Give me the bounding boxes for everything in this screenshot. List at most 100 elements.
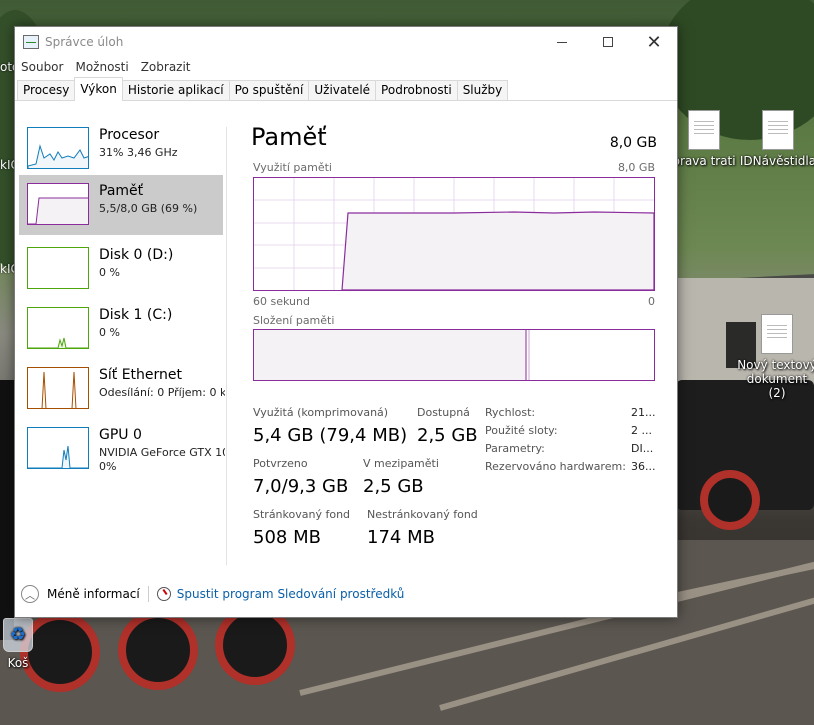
resource-utilization: 0% (99, 460, 117, 473)
maximize-icon (603, 37, 613, 47)
resource-item-gpu[interactable]: GPU 0 NVIDIA GeForce GTX 1060 0% (19, 423, 225, 483)
desktop-icon-recycle-bin[interactable]: ♻ Koš (0, 618, 58, 670)
task-manager-window: Správce úloh ✕ Soubor Možnosti Zobrazit … (14, 26, 678, 618)
menu-bar: Soubor Možnosti Zobrazit (15, 57, 677, 77)
resource-name: Disk 1 (C:) (99, 307, 173, 323)
title-bar[interactable]: Správce úloh ✕ (15, 27, 677, 57)
desktop-icon-label: Koš (7, 656, 29, 670)
memory-mini-graph-svg (28, 197, 88, 224)
resource-summary: 31% 3,46 GHz (99, 146, 178, 159)
time-axis-start: 60 sekund (253, 295, 310, 308)
resource-name: Síť Ethernet (99, 367, 183, 383)
paged-pool-label: Stránkovaný fond (253, 508, 351, 521)
cpu-mini-graph-svg (28, 144, 88, 168)
open-resource-monitor-link[interactable]: Spustit program Sledování prostředků (177, 587, 405, 601)
cached-value: 2,5 GB (363, 476, 424, 497)
resource-name: Procesor (99, 127, 160, 143)
hardware-reserved-value: 36... (631, 460, 656, 473)
slots-value: 2 ... (631, 424, 652, 437)
resource-monitor-icon (156, 587, 171, 601)
resource-summary: 5,5/8,0 GB (69 %) (99, 202, 198, 215)
tab-vykon[interactable]: Výkon (74, 77, 123, 101)
composition-label: Složení paměti (253, 314, 335, 327)
resource-item-cpu[interactable]: Procesor 31% 3,46 GHz (19, 123, 223, 183)
usage-graph-max: 8,0 GB (617, 161, 655, 174)
speed-label: Rychlost: (485, 406, 536, 419)
tab-po-spusteni[interactable]: Po spuštění (228, 80, 310, 100)
fewer-details-button[interactable]: Méně informací (47, 587, 140, 601)
committed-value: 7,0/9,3 GB (253, 476, 349, 497)
nonpaged-pool-value: 174 MB (367, 527, 435, 548)
panel-divider (226, 127, 227, 565)
tab-historie-aplikaci[interactable]: Historie aplikací (121, 80, 230, 100)
text-document-icon (761, 314, 793, 354)
menu-moznosti[interactable]: Možnosti (75, 60, 128, 74)
form-factor-label: Parametry: (485, 442, 545, 455)
resource-summary: 0 % (99, 326, 120, 339)
recycle-bin-icon: ♻ (3, 618, 33, 652)
text-document-icon (688, 110, 720, 150)
resource-name: Paměť (99, 183, 144, 199)
tab-podrobnosti[interactable]: Podrobnosti (375, 80, 458, 100)
in-use-value: 5,4 GB (79,4 MB) (253, 425, 408, 446)
chevron-up-icon[interactable]: ︿ (21, 585, 39, 603)
resource-item-disk-0[interactable]: Disk 0 (D:) 0 % (19, 243, 223, 303)
desktop-icon-label: Nový textový dokument (2) (737, 358, 814, 400)
cpu-mini-graph (27, 127, 89, 169)
in-use-label: Využitá (komprimovaná) (253, 406, 389, 419)
task-manager-icon (23, 35, 39, 49)
slots-label: Použité sloty: (485, 424, 558, 437)
ethernet-mini-graph-svg (41, 371, 77, 408)
memory-usage-graph (253, 177, 655, 291)
menu-soubor[interactable]: Soubor (21, 60, 63, 74)
desktop-icon-novy-textovy-dokument[interactable]: Nový textový dokument (2) (737, 314, 814, 400)
bg-dark-strip (0, 380, 14, 640)
memory-composition-bar (253, 329, 655, 381)
minimize-button[interactable] (539, 27, 585, 57)
menu-zobrazit[interactable]: Zobrazit (141, 60, 191, 74)
usage-graph-label: Využití paměti (253, 161, 332, 174)
resource-item-ethernet[interactable]: Síť Ethernet Odesílání: 0 Příjem: 0 kb/s (19, 363, 225, 423)
tab-sluzby[interactable]: Služby (456, 80, 509, 100)
disk1-mini-graph-svg (28, 337, 88, 348)
tab-uzivatele[interactable]: Uživatelé (308, 80, 377, 100)
close-icon: ✕ (646, 31, 662, 53)
available-label: Dostupná (417, 406, 470, 419)
disk0-mini-graph (27, 247, 89, 289)
resource-name: GPU 0 (99, 427, 142, 443)
committed-label: Potvrzeno (253, 457, 308, 470)
bg-wheel (700, 470, 760, 530)
gpu-mini-graph-svg (28, 445, 88, 468)
resource-summary: 0 % (99, 266, 120, 279)
close-button[interactable]: ✕ (631, 27, 677, 57)
desktop-icon-idnavestidla[interactable]: IDNávěstidla (738, 110, 814, 168)
resource-list: Procesor 31% 3,46 GHz Paměť 5,5/8,0 GB (… (15, 123, 225, 575)
disk1-mini-graph (27, 307, 89, 349)
resource-item-disk-1[interactable]: Disk 1 (C:) 0 % (19, 303, 223, 363)
resource-summary: NVIDIA GeForce GTX 1060 (99, 446, 225, 459)
available-value: 2,5 GB (417, 425, 478, 446)
memory-total: 8,0 GB (609, 135, 657, 151)
ethernet-mini-graph (27, 367, 89, 409)
time-axis-end: 0 (648, 295, 655, 308)
memory-mini-graph (27, 183, 89, 225)
speed-value: 21... (631, 406, 656, 419)
nonpaged-pool-label: Nestránkovaný fond (367, 508, 478, 521)
desktop-icon-label: prava trati (672, 154, 736, 168)
tab-strip: Procesy Výkon Historie aplikací Po spušt… (15, 77, 677, 101)
window-title: Správce úloh (45, 35, 124, 49)
hardware-reserved-label: Rezervováno hardwarem: (485, 460, 626, 473)
form-factor-value: DI... (631, 442, 654, 455)
maximize-button[interactable] (585, 27, 631, 57)
tab-procesy[interactable]: Procesy (17, 80, 76, 100)
gpu-mini-graph (27, 427, 89, 469)
footer-separator (147, 586, 149, 602)
cached-label: V mezipaměti (363, 457, 439, 470)
resource-item-memory[interactable]: Paměť 5,5/8,0 GB (69 %) (19, 175, 223, 235)
resource-name: Disk 0 (D:) (99, 247, 174, 263)
memory-usage-graph-svg (254, 178, 655, 291)
desktop-icon-label: IDNávěstidla (739, 154, 814, 168)
minimize-icon (557, 41, 567, 43)
footer-bar: ︿ Méně informací Spustit program Sledová… (15, 579, 677, 609)
page-title: Paměť (251, 123, 327, 151)
